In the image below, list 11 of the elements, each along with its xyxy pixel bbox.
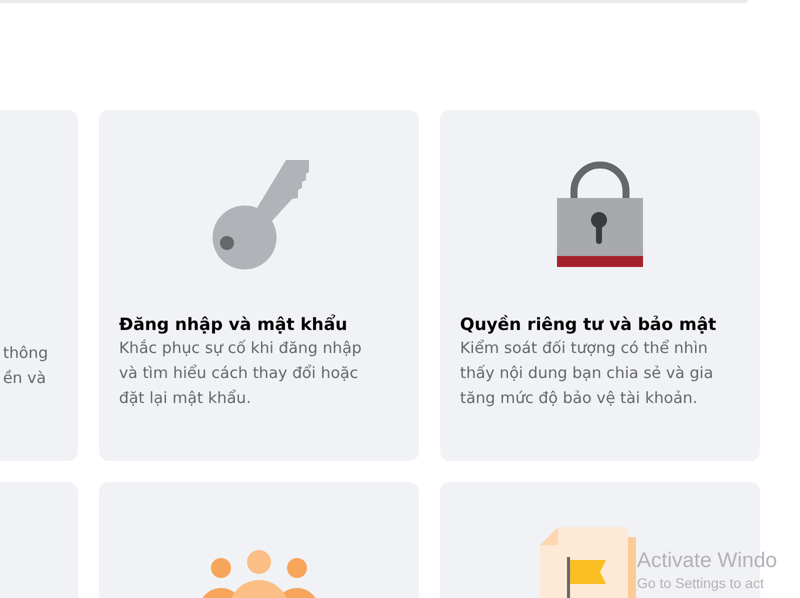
card-title: Đăng nhập và mật khẩu [119,314,348,336]
lock-icon [557,160,643,268]
card-title: Quyền riêng tư và bảo mật [460,314,718,336]
flagged-document-icon [540,527,638,598]
card-description: thông ền và [3,343,48,389]
card-background[interactable]: Đăng nhập và mật khẩu Khắc phục sự cố khi đăng nhập và tìm hiểu cách thay đổi hoặc đặt lại mật khẩu. [99,110,419,461]
card-description: Khắc phục sự cố khi đăng nhập và tìm hiểu cách thay đổi hoặc đặt lại mật khẩu. [119,338,363,410]
activation-notice-subtitle: Go to Settings to act [637,574,765,592]
card-description: Kiểm soát đối tượng có thể nhìn thấy nội dung bạn chia sẻ và gia tăng mức độ bảo vệ tài khoản. [460,338,714,410]
activation-notice-title: Activate Windo [637,548,778,574]
card-background[interactable]: Quyền riêng tư và bảo mật Kiểm soát đối tượng có thể nhìn thấy nội dung bạn chia sẻ và gia tăng mức độ bảo vệ tài khoản. [440,110,760,461]
